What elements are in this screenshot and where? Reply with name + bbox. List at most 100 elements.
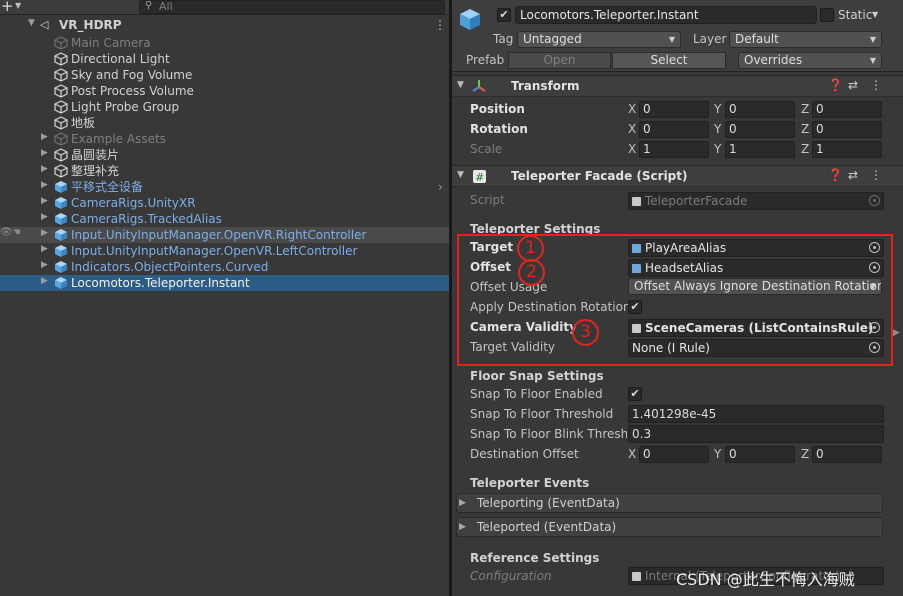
scale-y-input[interactable]: 1 [725,141,795,158]
prefab-label: Prefab [466,53,505,67]
scale-axis-label[interactable]: X [628,142,636,156]
rotation-axis-label[interactable]: Y [714,122,721,136]
blink-threshold-input[interactable]: 0.3 [628,425,884,443]
teleporting-event[interactable]: ▶ Teleporting (EventData) [456,493,883,513]
hierarchy-search-input[interactable]: ⚲ All [139,0,445,14]
script-file-icon [632,197,641,206]
prefab-select-button[interactable]: Select [612,52,726,69]
hierarchy-item[interactable]: Sky and Fog Volume [0,67,449,83]
destination-offset-axis-label[interactable]: X [628,447,636,461]
hierarchy-item[interactable]: ▶ Example Assets [0,131,449,147]
teleported-label: Teleported (EventData) [477,520,617,534]
component-menu-icon[interactable]: ⋮ [870,168,882,182]
position-x-input[interactable]: 0 [639,101,709,118]
scale-x-input[interactable]: 1 [639,141,709,158]
visibility-eye-icon[interactable]: 👁 [0,227,13,238]
chevron-right-icon[interactable]: ▶ [893,328,900,338]
fold-closed-icon[interactable]: ▶ [41,260,48,270]
fold-closed-icon[interactable]: ▶ [41,148,48,158]
destination-offset-x-input[interactable]: 0 [639,446,709,463]
rotation-x-input[interactable]: 0 [639,121,709,138]
rotation-z-input[interactable]: 0 [812,121,882,138]
hierarchy-item[interactable]: 👁 ☚ ▶ Input.UnityInputManager.OpenVR.RightC… [0,227,449,243]
fold-closed-icon[interactable]: ▶ [41,276,48,286]
hierarchy-item-label: Directional Light [71,52,170,66]
scale-axis-label[interactable]: Z [801,142,809,156]
position-axis-label[interactable]: X [628,102,636,116]
destination-offset-axis-label[interactable]: Z [801,447,809,461]
fold-closed-icon[interactable]: ▶ [41,164,48,174]
position-y-input[interactable]: 0 [725,101,795,118]
fold-closed-icon[interactable]: ▶ [459,518,466,536]
script-label: Script [470,193,505,207]
hierarchy-item[interactable]: ▶ 平移式全设备 [0,179,449,195]
hierarchy-item-label: 整理补充 [71,164,120,178]
snap-threshold-input[interactable]: 1.401298e-45 [628,405,884,423]
scale-z-input[interactable]: 1 [812,141,882,158]
gameobject-cube-icon [54,52,68,66]
active-checkbox[interactable]: ✔ [497,8,511,22]
position-axis-label[interactable]: Z [801,102,809,116]
hierarchy-item[interactable]: Post Process Volume [0,83,449,99]
chevron-right-icon[interactable]: › [438,180,443,194]
fold-closed-icon[interactable]: ▶ [41,132,48,142]
position-z-input[interactable]: 0 [812,101,882,118]
hierarchy-item-label: Light Probe Group [71,100,180,114]
hierarchy-item[interactable]: Light Probe Group [0,99,449,115]
destination-offset-y-input[interactable]: 0 [725,446,795,463]
object-name-field[interactable]: Locomotors.Teleporter.Instant [515,6,817,24]
fold-closed-icon[interactable]: ▶ [459,494,466,512]
destination-offset-axis-label[interactable]: Y [714,447,721,461]
rotation-axis-label[interactable]: X [628,122,636,136]
hierarchy-item[interactable]: Main Camera [0,35,449,51]
hierarchy-item[interactable]: ▶ CameraRigs.UnityXR [0,195,449,211]
destination-offset-label: Destination Offset [470,447,579,461]
hierarchy-item-label: 平移式全设备 [71,180,144,194]
add-icon[interactable]: + [1,0,14,15]
tag-dropdown[interactable]: Untagged ▼ [517,31,681,48]
scene-menu-icon[interactable]: ⋮ [434,18,446,32]
hierarchy-item[interactable]: ▶ CameraRigs.TrackedAlias [0,211,449,227]
component-menu-icon[interactable]: ⋮ [870,78,882,92]
teleported-event[interactable]: ▶ Teleported (EventData) [456,517,883,537]
position-axis-label[interactable]: Y [714,102,721,116]
prefab-open-button[interactable]: Open [508,52,611,69]
fold-closed-icon[interactable]: ▶ [41,228,48,238]
fold-closed-icon[interactable]: ▶ [41,196,48,206]
script-field: TeleporterFacade [628,192,884,210]
help-icon[interactable]: ❓ [828,168,843,182]
prefab-cube-icon [55,261,67,273]
fold-open-icon[interactable]: ▼ [457,170,464,180]
hierarchy-item[interactable]: ▶ 整理补充 [0,163,449,179]
hierarchy-item[interactable]: 地板 [0,115,449,131]
snap-enabled-checkbox[interactable]: ✔ [628,387,642,401]
fold-open-icon[interactable]: ▼ [28,18,35,28]
teleporter-facade-header[interactable]: ▼ # Teleporter Facade (Script) ❓ ⇄ ⋮ [452,165,903,187]
rotation-axis-label[interactable]: Z [801,122,809,136]
hierarchy-item-label: Sky and Fog Volume [71,68,193,82]
destination-offset-z-input[interactable]: 0 [812,446,882,463]
chevron-down-icon[interactable]: ▼ [872,10,878,19]
fold-closed-icon[interactable]: ▶ [41,212,48,222]
transform-header[interactable]: ▼ Transform ❓ ⇄ ⋮ [452,75,903,97]
layer-dropdown[interactable]: Default ▼ [729,31,882,48]
presets-icon[interactable]: ⇄ [848,78,858,92]
fold-open-icon[interactable]: ▼ [457,80,464,90]
static-checkbox[interactable] [820,8,834,22]
help-icon[interactable]: ❓ [828,78,843,92]
hierarchy-item[interactable]: Directional Light [0,51,449,67]
fold-closed-icon[interactable]: ▶ [41,244,48,254]
overrides-dropdown[interactable]: Overrides ▼ [738,52,882,69]
hierarchy-item[interactable]: ▶ Locomotors.Teleporter.Instant [0,275,449,291]
hierarchy-item[interactable]: ▶ Indicators.ObjectPointers.Curved [0,259,449,275]
fold-closed-icon[interactable]: ▶ [41,180,48,190]
pickable-hand-icon[interactable]: ☚ [12,227,21,238]
rotation-y-input[interactable]: 0 [725,121,795,138]
hierarchy-item[interactable]: ▶ 晶圆装片 [0,147,449,163]
presets-icon[interactable]: ⇄ [848,168,858,182]
scene-row[interactable]: ▼ ◁ VR_HDRP [0,17,449,33]
hierarchy-item[interactable]: ▶ Input.UnityInputManager.OpenVR.LeftCont… [0,243,449,259]
transform-axes-icon [472,80,486,92]
chevron-down-icon[interactable]: ▼ [15,1,21,10]
scale-axis-label[interactable]: Y [714,142,721,156]
